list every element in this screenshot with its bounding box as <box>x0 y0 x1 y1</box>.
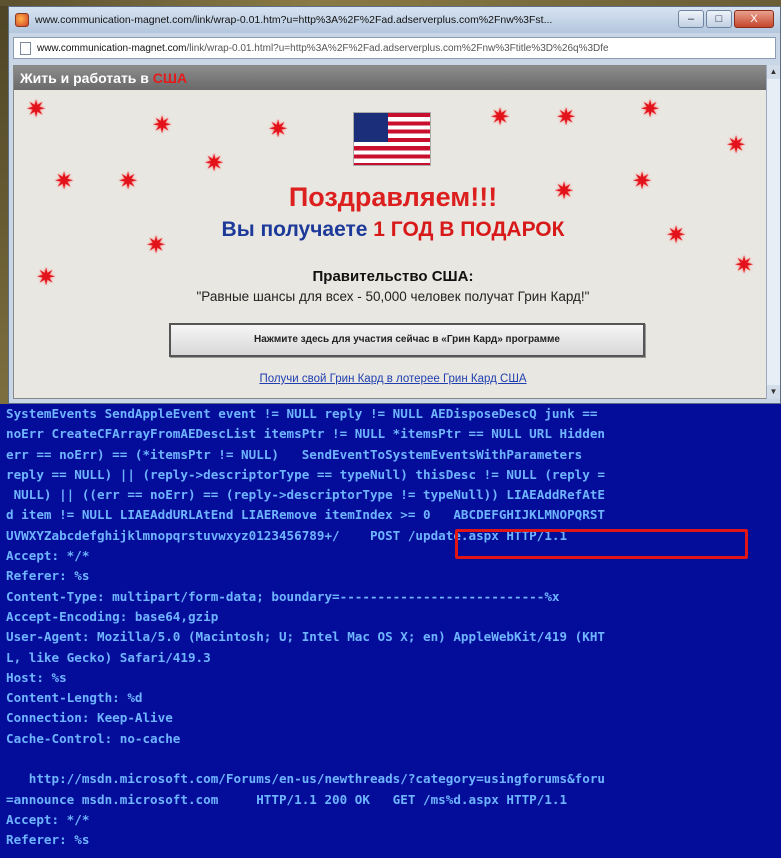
gift-highlight: 1 ГОД В ПОДАРОК <box>373 218 565 241</box>
code-line: err == noErr) == (*itemsPtr != NULL) Sen… <box>6 446 590 462</box>
page-icon <box>20 41 31 55</box>
left-decorative-strip <box>0 6 8 404</box>
minimize-button[interactable]: – <box>678 10 704 28</box>
star-icon: ✷ <box>640 96 661 123</box>
title-bar[interactable]: www.communication-magnet.com/link/wrap-0… <box>9 7 780 33</box>
code-line: Content-Length: %d <box>6 690 143 706</box>
code-line: Accept: */* <box>6 811 90 827</box>
address-bar[interactable]: www.communication-magnet.com/link/wrap-0… <box>13 37 776 59</box>
gift-prefix: Вы получаете <box>221 218 368 241</box>
star-icon: ✷ <box>268 116 289 143</box>
quote-text: "Равные шансы для всех - 50,000 человек … <box>196 289 590 304</box>
vertical-scrollbar[interactable]: ▲ ▼ <box>766 65 780 399</box>
code-line: reply == NULL) || (reply->descriptorType… <box>6 466 613 482</box>
url-text[interactable]: www.communication-magnet.com/link/wrap-0… <box>37 43 775 54</box>
code-line: Host: %s <box>6 669 67 685</box>
code-line: Accept-Encoding: base64,gzip <box>6 608 219 624</box>
star-icon: ✷ <box>726 132 747 159</box>
code-line: Content-Type: multipart/form-data; bound… <box>6 588 560 604</box>
star-icon: ✷ <box>152 112 173 139</box>
government-heading: Правительство США: <box>312 268 474 285</box>
code-line: NULL) || ((err == noErr) == (reply->desc… <box>6 487 605 503</box>
green-card-ad-banner[interactable]: Жить и работать в США ✷ ✷ ✷ ✷ ✷ ✷ ✷ ✷ ✷ … <box>13 65 773 399</box>
maximize-button[interactable]: □ <box>706 10 732 28</box>
code-line: =announce msdn.microsoft.com HTTP/1.1 20… <box>6 791 568 807</box>
browser-icon <box>15 13 29 27</box>
star-icon: ✷ <box>26 96 47 123</box>
url-host: www.communication-magnet.com <box>36 42 187 54</box>
participate-button[interactable]: Нажмите здесь для участия сейчас в «Грин… <box>169 323 645 357</box>
star-icon: ✷ <box>204 150 225 177</box>
code-line: User-Agent: Mozilla/5.0 (Macintosh; U; I… <box>6 629 605 645</box>
close-button[interactable]: X <box>734 10 774 28</box>
code-line: L, like Gecko) Safari/419.3 <box>6 649 211 665</box>
scroll-down-icon[interactable]: ▼ <box>767 385 780 399</box>
lottery-link[interactable]: Получи свой Грин Кард в лотерее Грин Кар… <box>14 373 772 385</box>
gift-line: Вы получаете 1 ГОД В ПОДАРОК <box>14 218 772 242</box>
star-icon: ✷ <box>490 104 511 131</box>
window-title: www.communication-magnet.com/link/wrap-0… <box>35 14 553 26</box>
code-line: http://msdn.microsoft.com/Forums/en-us/n… <box>6 771 605 787</box>
code-line: Referer: %s <box>6 568 90 584</box>
code-line: d item != NULL LIAEAddURLAtEnd LIAERemov… <box>6 507 605 523</box>
usa-flag-image <box>353 112 431 166</box>
headline: Поздравляем!!! <box>288 182 498 212</box>
code-line: SystemEvents SendAppleEvent event != NUL… <box>6 406 605 421</box>
scroll-up-icon[interactable]: ▲ <box>767 65 780 79</box>
code-line: noErr CreateCFArrayFromAEDescList itemsP… <box>6 426 613 442</box>
window-controls: – □ X <box>676 10 774 28</box>
star-icon: ✷ <box>556 104 577 131</box>
browser-popup-window: www.communication-magnet.com/link/wrap-0… <box>8 6 781 404</box>
url-path: /link/wrap-0.01.html?u=http%3A%2F%2Fad.a… <box>186 42 609 54</box>
banner-header-country: США <box>152 70 188 86</box>
code-line: Referer: %s <box>6 832 90 848</box>
code-line: Cache-Control: no-cache <box>6 730 181 746</box>
post-request-highlight <box>455 529 748 559</box>
banner-header-text: Жить и работать в <box>20 70 149 86</box>
banner-header: Жить и работать в США <box>14 66 772 90</box>
code-line: Connection: Keep-Alive <box>6 710 173 726</box>
malware-strings-pane: SystemEvents SendAppleEvent event != NUL… <box>0 404 781 858</box>
